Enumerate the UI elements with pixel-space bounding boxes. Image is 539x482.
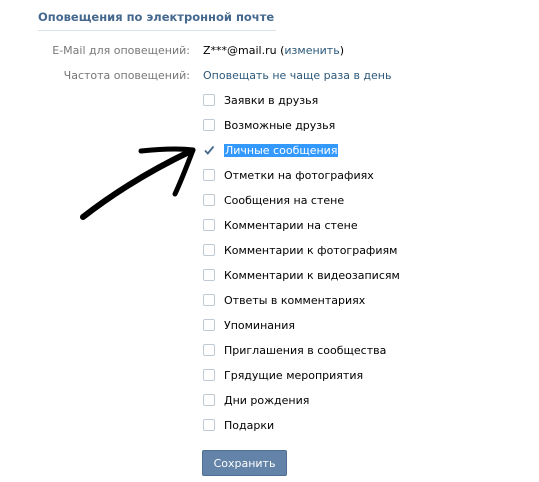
option-row[interactable]: Личные сообщения xyxy=(203,142,339,158)
save-button[interactable]: Сохранить xyxy=(202,450,287,476)
option-label: Возможные друзья xyxy=(224,118,336,132)
frequency-label: Частота оповещений: xyxy=(63,69,190,82)
email-label: E-Mail для оповещений: xyxy=(52,44,190,57)
checkbox[interactable] xyxy=(203,169,215,181)
option-label: Личные сообщения xyxy=(224,143,339,157)
option-label: Упоминания xyxy=(224,318,295,332)
frequency-dropdown[interactable]: Оповещать не чаще раза в день xyxy=(203,69,391,82)
checkbox[interactable] xyxy=(203,419,215,431)
option-row[interactable]: Упоминания xyxy=(203,317,295,333)
checkmark-icon[interactable] xyxy=(203,144,215,156)
checkbox[interactable] xyxy=(203,294,215,306)
checkbox[interactable] xyxy=(203,369,215,381)
checkbox[interactable] xyxy=(203,94,215,106)
email-value-row: Z***@mail.ru (изменить) xyxy=(203,44,344,57)
option-row[interactable]: Заявки в друзья xyxy=(203,92,318,108)
option-label: Заявки в друзья xyxy=(224,93,319,107)
option-row[interactable]: Отметки на фотографиях xyxy=(203,167,374,183)
checkbox[interactable] xyxy=(203,344,215,356)
option-row[interactable]: Подарки xyxy=(203,417,274,433)
option-label: Ответы в комментариях xyxy=(224,293,366,307)
option-label: Грядущие мероприятия xyxy=(224,368,364,382)
email-value: Z***@mail.ru xyxy=(203,44,277,57)
option-row[interactable]: Приглашения в сообщества xyxy=(203,342,386,358)
option-label: Сообщения на стене xyxy=(224,193,345,207)
checkbox[interactable] xyxy=(203,269,215,281)
option-row[interactable]: Ответы в комментариях xyxy=(203,292,365,308)
option-row[interactable]: Дни рождения xyxy=(203,392,309,408)
option-row[interactable]: Сообщения на стене xyxy=(203,192,344,208)
option-row[interactable]: Комментарии к видеозаписям xyxy=(203,267,400,283)
checkbox[interactable] xyxy=(203,394,215,406)
option-label: Подарки xyxy=(224,418,275,432)
checkbox[interactable] xyxy=(203,194,215,206)
option-label: Отметки на фотографиях xyxy=(224,168,374,182)
section-title: Оповещения по электронной почте xyxy=(38,10,276,31)
checkbox[interactable] xyxy=(203,319,215,331)
option-row[interactable]: Возможные друзья xyxy=(203,117,335,133)
change-email-link[interactable]: изменить xyxy=(284,44,339,57)
option-label: Дни рождения xyxy=(224,393,310,407)
option-label: Комментарии на стене xyxy=(224,218,358,232)
email-close-paren: ) xyxy=(339,44,344,57)
checkbox[interactable] xyxy=(203,244,215,256)
checkbox[interactable] xyxy=(203,219,215,231)
option-row[interactable]: Комментарии на стене xyxy=(203,217,358,233)
option-row[interactable]: Грядущие мероприятия xyxy=(203,367,363,383)
checkbox[interactable] xyxy=(203,119,215,131)
option-label: Комментарии к фотографиям xyxy=(224,243,398,257)
option-label: Приглашения в сообщества xyxy=(224,343,387,357)
option-label: Комментарии к видеозаписям xyxy=(224,268,400,282)
option-row[interactable]: Комментарии к фотографиям xyxy=(203,242,397,258)
